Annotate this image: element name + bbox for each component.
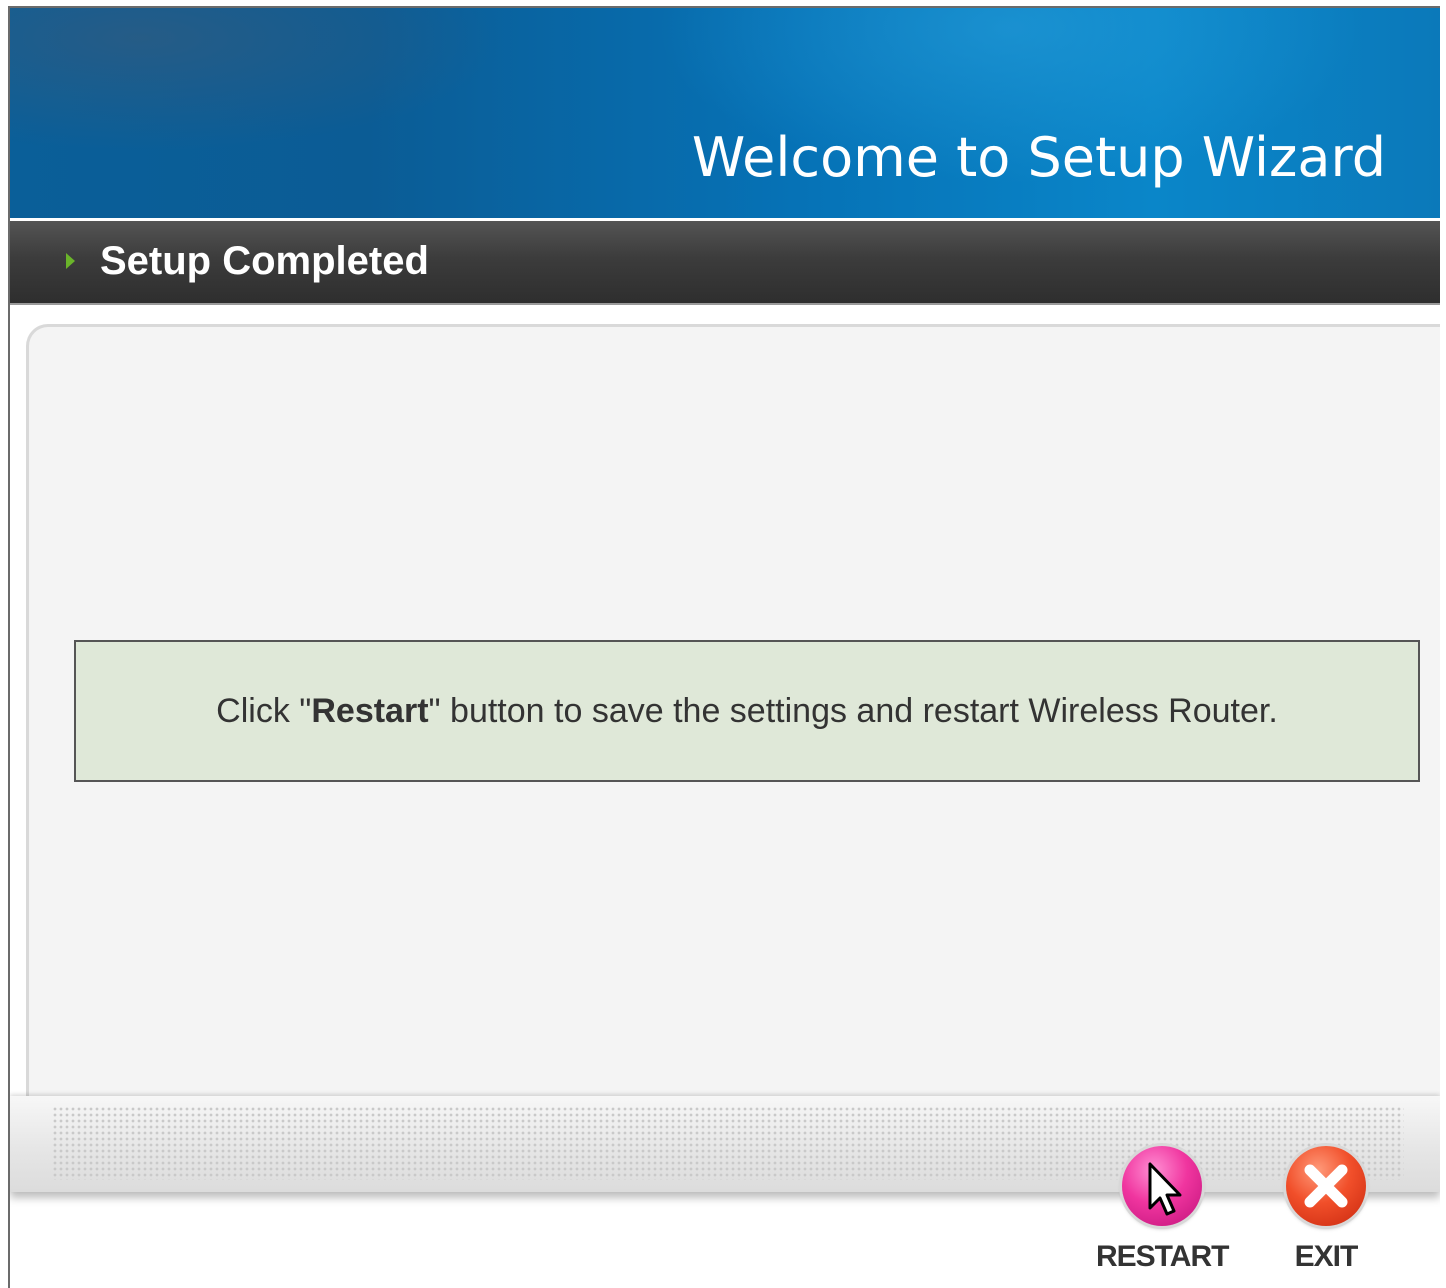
exit-label: EXIT	[1294, 1240, 1359, 1273]
wizard-window: Welcome to Setup Wizard Setup Completed …	[8, 6, 1440, 1288]
message-emphasis: Restart	[311, 691, 429, 730]
section-title: Setup Completed	[100, 239, 429, 283]
header-banner: Welcome to Setup Wizard	[10, 8, 1440, 218]
message-suffix: " button to save the settings and restar…	[428, 691, 1278, 730]
section-bar: Setup Completed	[10, 221, 1440, 305]
play-arrow-icon	[66, 253, 75, 269]
info-message: Click "Restart" button to save the setti…	[216, 692, 1278, 731]
message-prefix: Click "	[216, 691, 312, 730]
restart-label: RESTART	[1096, 1240, 1229, 1273]
info-message-box: Click "Restart" button to save the setti…	[74, 640, 1420, 782]
page-title: Welcome to Setup Wizard	[691, 126, 1386, 189]
exit-button[interactable]: EXIT	[1286, 1146, 1366, 1274]
x-mark-icon	[1304, 1164, 1348, 1208]
restart-icon[interactable]	[1122, 1146, 1203, 1226]
mouse-pointer-icon	[1148, 1162, 1182, 1216]
close-icon[interactable]	[1286, 1146, 1366, 1226]
restart-button[interactable]: RESTART	[1096, 1146, 1229, 1274]
